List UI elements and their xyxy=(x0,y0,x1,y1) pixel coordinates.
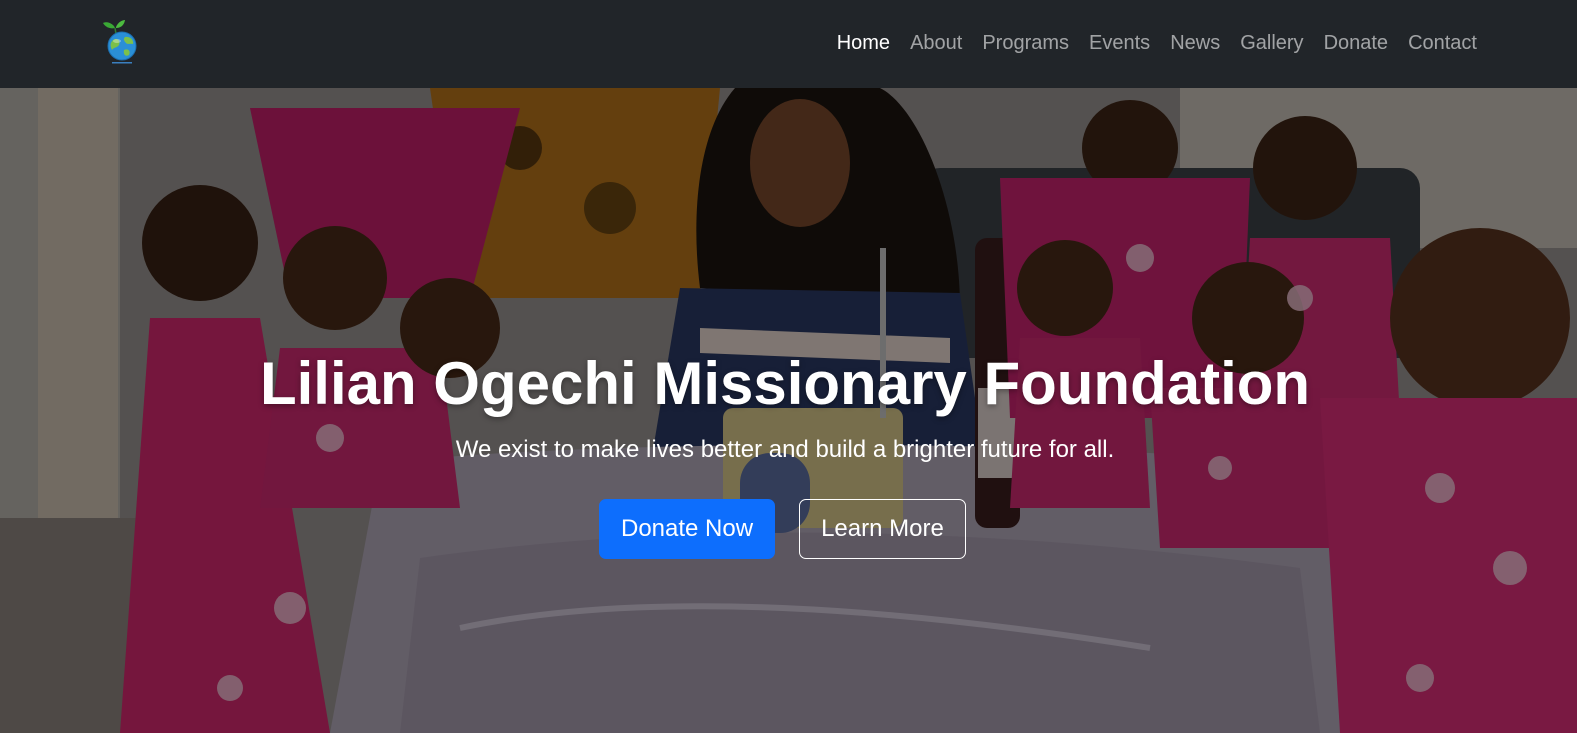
nav-link-programs[interactable]: Programs xyxy=(982,33,1069,55)
hero-title: Lilian Ogechi Missionary Foundation xyxy=(259,350,1311,417)
nav-links: Home About Programs Events News Gallery … xyxy=(837,0,1477,88)
donate-now-button[interactable]: Donate Now xyxy=(599,499,776,559)
navbar: Home About Programs Events News Gallery … xyxy=(0,0,1577,88)
nav-link-contact[interactable]: Contact xyxy=(1408,33,1477,55)
nav-link-about[interactable]: About xyxy=(910,33,962,55)
hero-section: Lilian Ogechi Missionary Foundation We e… xyxy=(0,88,1577,733)
globe-seedling-logo-icon xyxy=(103,20,137,64)
nav-link-news[interactable]: News xyxy=(1170,33,1220,55)
nav-link-home[interactable]: Home xyxy=(837,33,890,55)
brand-logo-link[interactable] xyxy=(100,17,142,65)
hero-buttons: Donate Now Learn More xyxy=(599,499,966,559)
nav-link-events[interactable]: Events xyxy=(1089,33,1150,55)
hero-subtitle: We exist to make lives better and build … xyxy=(455,436,1115,463)
nav-link-gallery[interactable]: Gallery xyxy=(1240,33,1303,55)
learn-more-button[interactable]: Learn More xyxy=(799,499,966,559)
nav-link-donate[interactable]: Donate xyxy=(1324,33,1389,55)
